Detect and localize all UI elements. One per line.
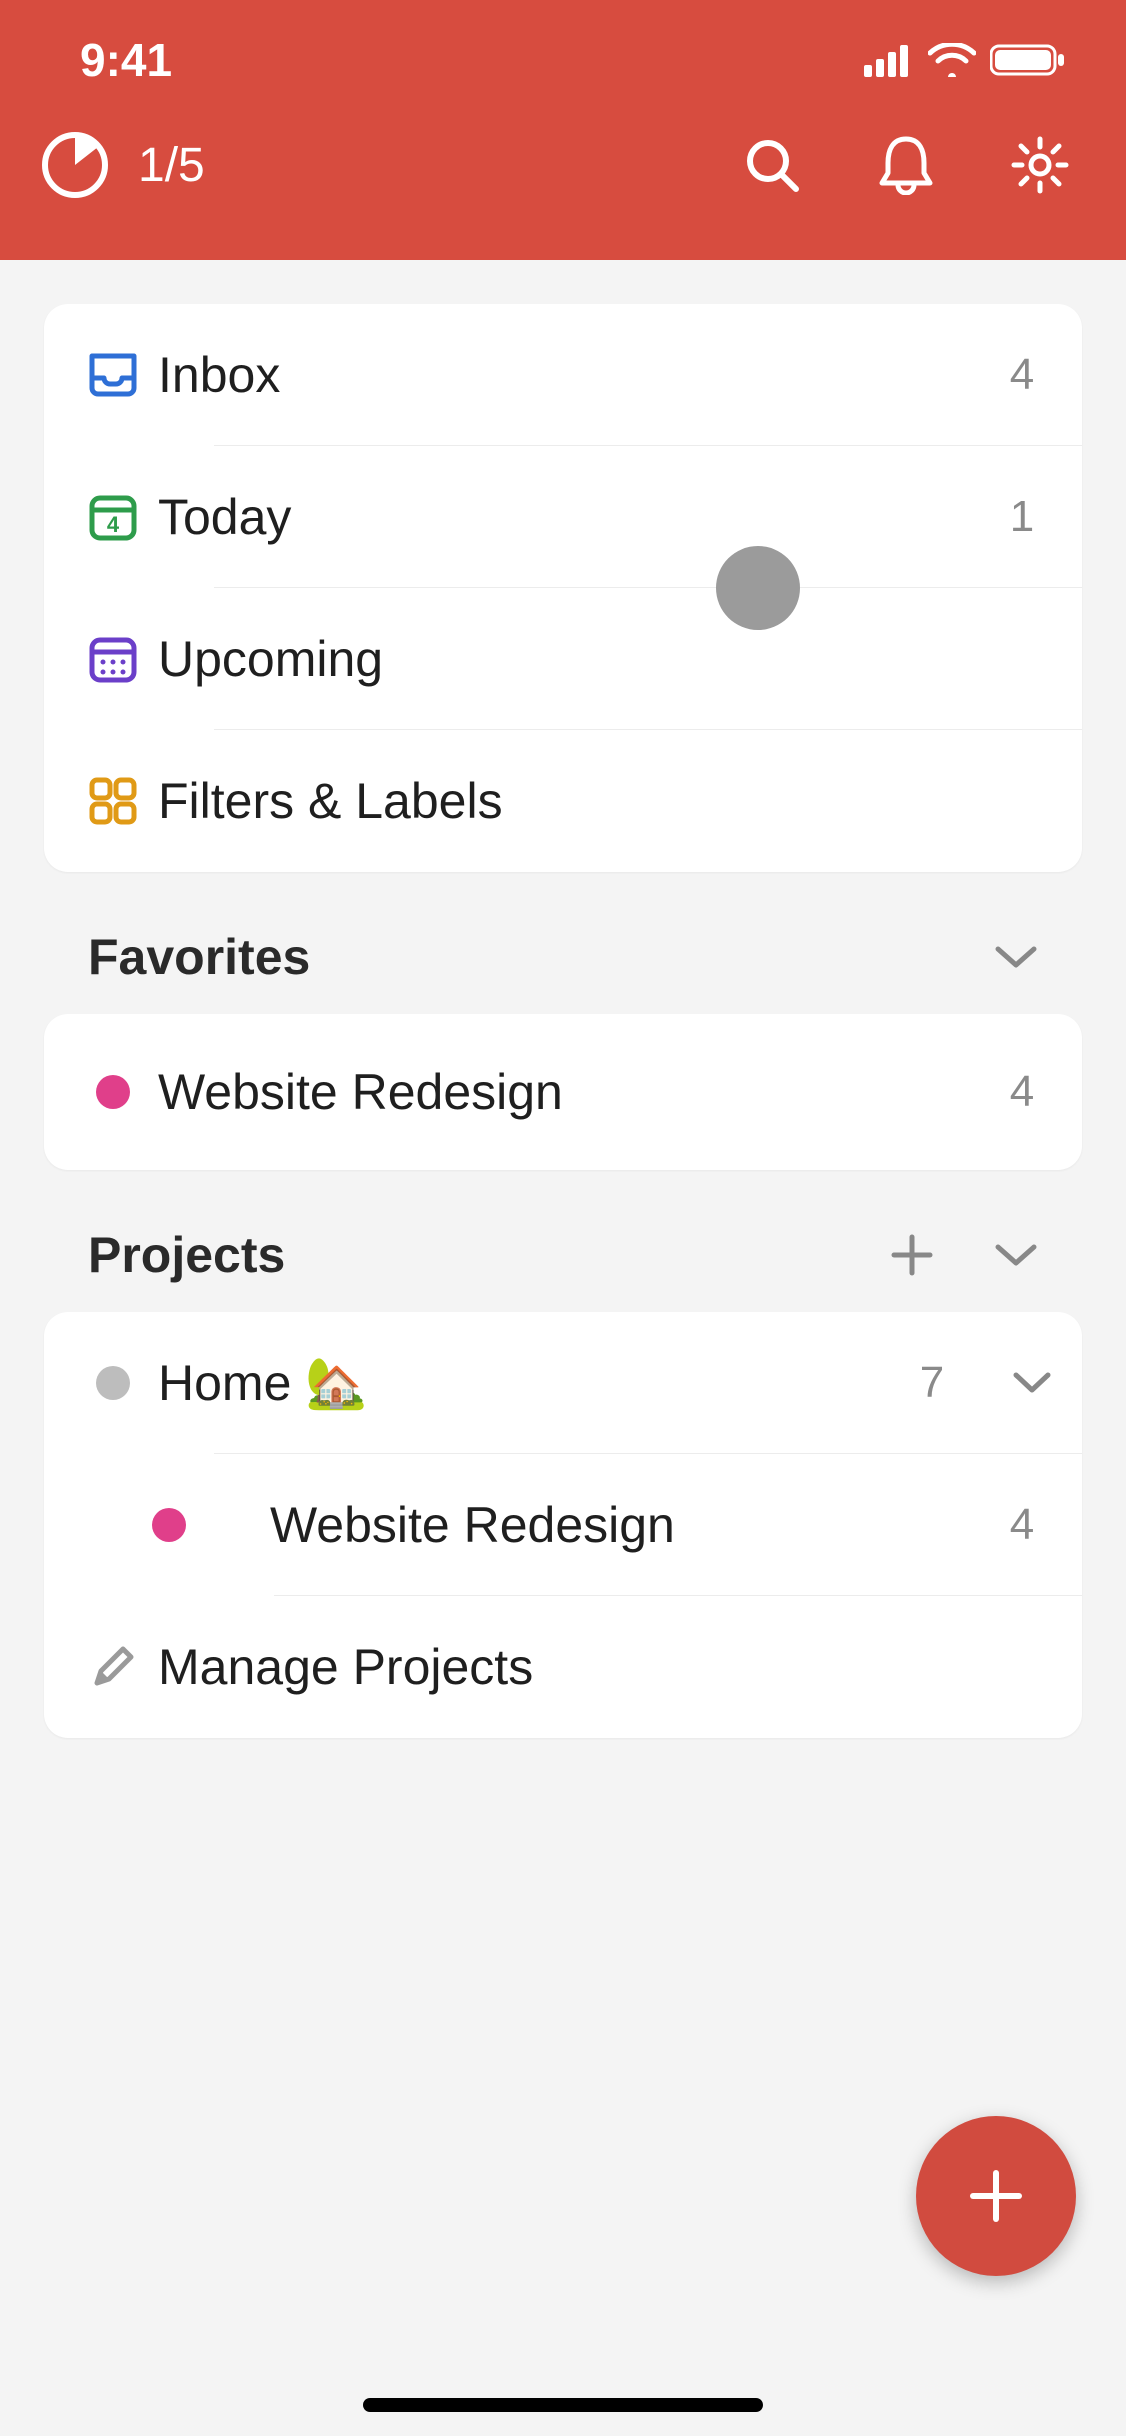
status-bar: 9:41 xyxy=(0,30,1126,90)
grid-icon xyxy=(68,775,158,827)
bell-icon xyxy=(878,135,934,195)
battery-icon xyxy=(990,42,1066,78)
project-count: 7 xyxy=(892,1358,972,1408)
plus-icon xyxy=(890,1233,934,1277)
settings-button[interactable] xyxy=(1008,133,1072,197)
project-label: Website Redesign xyxy=(270,1496,982,1554)
add-project-button[interactable] xyxy=(884,1227,940,1283)
app-header: 9:41 xyxy=(0,0,1126,260)
nav-item-count: 1 xyxy=(982,492,1062,542)
project-color-dot xyxy=(68,1075,158,1109)
project-count: 4 xyxy=(982,1500,1062,1550)
project-item-website-redesign[interactable]: Website Redesign 4 xyxy=(44,1454,1082,1596)
chevron-down-icon xyxy=(994,1241,1038,1269)
project-label: Home 🏡 xyxy=(158,1354,892,1413)
search-icon xyxy=(742,135,802,195)
favorites-header[interactable]: Favorites xyxy=(44,872,1082,1014)
status-indicators xyxy=(864,42,1066,78)
projects-card: Home 🏡 7 Website Redesign 4 xyxy=(44,1312,1082,1738)
project-item-home[interactable]: Home 🏡 7 xyxy=(44,1312,1082,1454)
wifi-icon xyxy=(928,43,976,77)
projects-title: Projects xyxy=(88,1226,285,1284)
nav-item-inbox[interactable]: Inbox 4 xyxy=(44,304,1082,446)
toolbar: 1/5 xyxy=(0,90,1126,200)
progress-label: 1/5 xyxy=(138,138,205,193)
nav-item-label: Upcoming xyxy=(158,630,982,688)
project-expand-button[interactable] xyxy=(992,1370,1072,1396)
plus-icon xyxy=(961,2161,1031,2231)
search-button[interactable] xyxy=(740,133,804,197)
calendar-today-icon: 4 xyxy=(68,490,158,544)
inbox-icon xyxy=(68,348,158,402)
manage-projects-button[interactable]: Manage Projects xyxy=(44,1596,1082,1738)
manage-projects-label: Manage Projects xyxy=(158,1638,1082,1696)
touch-cursor-artifact xyxy=(716,546,800,630)
project-color-dot xyxy=(124,1508,214,1542)
projects-collapse-button[interactable] xyxy=(988,1227,1044,1283)
nav-item-label: Filters & Labels xyxy=(158,772,982,830)
status-time: 9:41 xyxy=(80,33,172,87)
favorite-item[interactable]: Website Redesign 4 xyxy=(44,1014,1082,1170)
chevron-down-icon xyxy=(994,943,1038,971)
notifications-button[interactable] xyxy=(874,133,938,197)
projects-header[interactable]: Projects xyxy=(44,1170,1082,1312)
favorites-card: Website Redesign 4 xyxy=(44,1014,1082,1170)
nav-item-filters-labels[interactable]: Filters & Labels xyxy=(44,730,1082,872)
nav-item-count: 4 xyxy=(982,350,1062,400)
home-indicator[interactable] xyxy=(363,2398,763,2412)
favorites-collapse-button[interactable] xyxy=(988,929,1044,985)
nav-item-today[interactable]: 4 Today 1 xyxy=(44,446,1082,588)
calendar-upcoming-icon xyxy=(68,632,158,686)
chevron-down-icon xyxy=(1012,1370,1052,1396)
favorite-label: Website Redesign xyxy=(158,1063,982,1121)
pencil-icon xyxy=(68,1641,158,1693)
productivity-button[interactable]: 1/5 xyxy=(40,130,205,200)
content: Inbox 4 4 Today 1 xyxy=(0,260,1126,1738)
favorites-title: Favorites xyxy=(88,928,310,986)
nav-item-label: Today xyxy=(158,488,982,546)
project-color-dot xyxy=(68,1366,158,1400)
nav-item-upcoming[interactable]: Upcoming xyxy=(44,588,1082,730)
cellular-icon xyxy=(864,43,914,77)
progress-ring-icon xyxy=(40,130,110,200)
gear-icon xyxy=(1010,135,1070,195)
favorite-count: 4 xyxy=(982,1067,1062,1117)
add-task-fab[interactable] xyxy=(916,2116,1076,2276)
smart-lists-card: Inbox 4 4 Today 1 xyxy=(44,304,1082,872)
svg-text:4: 4 xyxy=(107,512,120,537)
nav-item-label: Inbox xyxy=(158,346,982,404)
